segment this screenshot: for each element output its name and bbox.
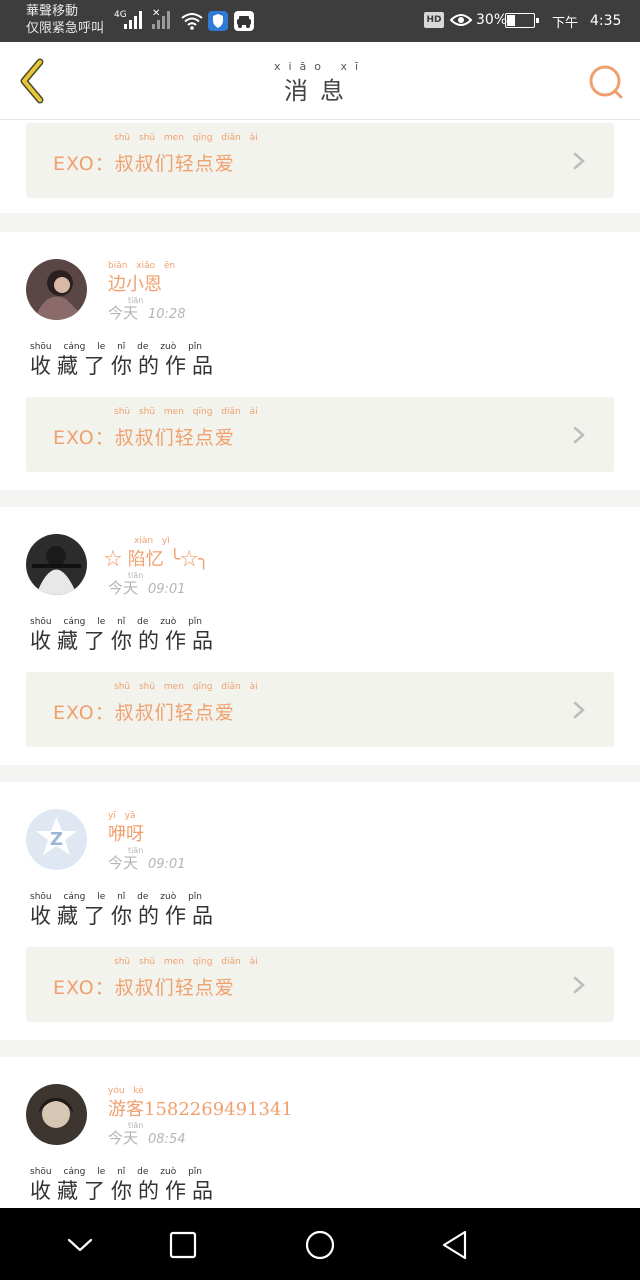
day-label: 今天	[108, 1129, 139, 1147]
home-icon[interactable]	[303, 1228, 337, 1262]
search-icon[interactable]	[588, 64, 624, 100]
recent-apps-icon[interactable]	[166, 1228, 200, 1262]
message-timestamp: 今天 10:28	[108, 302, 185, 323]
svg-text:Z: Z	[50, 829, 63, 850]
emergency-only-label: 仅限紧急呼叫	[26, 21, 105, 36]
page-title-text: 消息	[284, 77, 356, 105]
work-card[interactable]: shū shū men qīng diǎn ài EXO：叔叔们轻点爱	[26, 397, 614, 472]
system-nav-bar	[0, 1208, 640, 1280]
work-card-title: EXO：叔叔们轻点爱	[53, 153, 235, 175]
battery-icon	[505, 13, 539, 28]
eye-comfort-icon	[450, 14, 472, 26]
day-label: 今天	[108, 579, 139, 597]
sender-name[interactable]: 边小恩	[108, 270, 162, 296]
message-item[interactable]: biān xiǎo ēn 边小恩 tiān 今天 10:28 shōu cáng …	[0, 232, 640, 490]
work-card-title: EXO：叔叔们轻点爱	[53, 427, 235, 449]
wifi-icon	[181, 13, 203, 30]
hd-badge: HD	[424, 12, 444, 28]
day-label: 今天	[108, 854, 139, 872]
message-list: shū shū men qīng diǎn ài EXO：叔叔们轻点爱 biān…	[0, 120, 640, 1208]
signal-icon	[124, 11, 142, 29]
chevron-right-icon	[573, 426, 585, 444]
chevron-right-icon	[573, 976, 585, 994]
message-item[interactable]: Z yī yā 咿呀 tiān 今天 09:01 shōu cáng le nǐ …	[0, 782, 640, 1040]
action-text: 收藏了你的作品	[30, 354, 219, 378]
work-card[interactable]: shū shū men qīng diǎn ài EXO：叔叔们轻点爱	[26, 123, 614, 198]
carrier-name: 華聲移動	[26, 4, 79, 19]
car-app-icon	[234, 11, 254, 31]
top-nav-bar: xiāo xī 消息	[0, 42, 640, 120]
page-title: xiāo xī 消息	[0, 60, 640, 106]
time-label: 10:28	[148, 307, 186, 322]
message-item: shū shū men qīng diǎn ài EXO：叔叔们轻点爱	[0, 120, 640, 213]
avatar[interactable]	[26, 534, 87, 595]
message-item[interactable]: xiàn yì ☆ 陷忆 ╰☆╮ tiān 今天 09:01 shōu cáng …	[0, 507, 640, 765]
sender-name[interactable]: ☆ 陷忆 ╰☆╮	[104, 545, 209, 571]
avatar[interactable]: Z	[26, 809, 87, 870]
clock: 4:35	[590, 13, 622, 29]
work-card[interactable]: shū shū men qīng diǎn ài EXO：叔叔们轻点爱	[26, 947, 614, 1022]
action-text: 收藏了你的作品	[30, 904, 219, 928]
collapse-down-icon[interactable]	[63, 1228, 97, 1262]
day-label: 今天	[108, 304, 139, 322]
signal-2-icon	[152, 11, 170, 29]
action-text: 收藏了你的作品	[30, 629, 219, 653]
message-item[interactable]: yóu kè 游客15822694913​41 tiān 今天 08:54 shō…	[0, 1057, 640, 1208]
am-pm-label: 下午	[552, 16, 579, 31]
work-card-pinyin: shū shū men qīng diǎn ài	[114, 957, 258, 967]
chevron-right-icon	[573, 701, 585, 719]
action-text: 收藏了你的作品	[30, 1179, 219, 1203]
battery-percent: 30%	[476, 12, 508, 28]
message-timestamp: 今天 09:01	[108, 577, 185, 598]
avatar[interactable]	[26, 1084, 87, 1145]
message-timestamp: 今天 09:01	[108, 852, 185, 873]
work-card[interactable]: shū shū men qīng diǎn ài EXO：叔叔们轻点爱	[26, 672, 614, 747]
chevron-right-icon	[573, 152, 585, 170]
work-card-pinyin: shū shū men qīng diǎn ài	[114, 133, 258, 143]
time-label: 09:01	[148, 582, 186, 597]
work-card-title: EXO：叔叔们轻点爱	[53, 702, 235, 724]
work-card-title: EXO：叔叔们轻点爱	[53, 977, 235, 999]
sender-name[interactable]: 咿呀	[108, 820, 144, 846]
status-bar: 華聲移動 仅限紧急呼叫 4G ✕ HD 30% 下午 4:35	[0, 0, 640, 42]
avatar[interactable]	[26, 259, 87, 320]
message-timestamp: 今天 08:54	[108, 1127, 185, 1148]
work-card-pinyin: shū shū men qīng diǎn ài	[114, 682, 258, 692]
carrier-info: 華聲移動 仅限紧急呼叫	[26, 3, 104, 37]
sender-name[interactable]: 游客15822694913​41	[108, 1095, 293, 1121]
work-card-pinyin: shū shū men qīng diǎn ài	[114, 407, 258, 417]
shield-app-icon	[208, 11, 228, 31]
back-triangle-icon[interactable]	[438, 1228, 472, 1262]
time-label: 08:54	[148, 1132, 186, 1147]
time-label: 09:01	[148, 857, 186, 872]
